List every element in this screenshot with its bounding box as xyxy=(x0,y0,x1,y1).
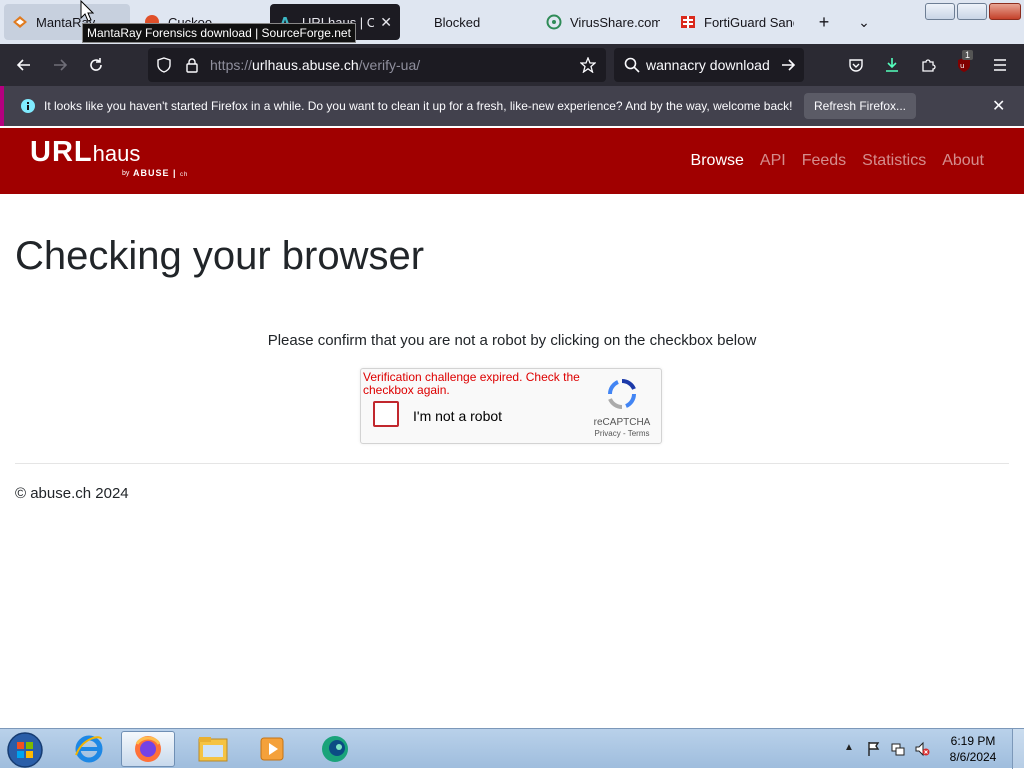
footer-copyright: © abuse.ch 2024 xyxy=(15,485,129,502)
recaptcha-widget: Verification challenge expired. Check th… xyxy=(360,368,662,444)
back-arrow-icon[interactable] xyxy=(12,53,36,77)
nav-api[interactable]: API xyxy=(760,152,786,170)
extension-badge: 1 xyxy=(962,50,974,60)
ublock-extension-icon[interactable]: u 1 xyxy=(952,50,976,77)
search-bar[interactable]: wannacry download xyxy=(614,48,804,82)
close-icon[interactable]: ✕ xyxy=(992,96,1005,116)
url-scheme: https:// xyxy=(210,57,253,73)
mantaray-favicon xyxy=(13,16,27,28)
bookmark-star-icon[interactable] xyxy=(576,53,600,77)
media-player-icon[interactable] xyxy=(245,731,299,767)
url-bar[interactable]: https://urlhaus.abuse.ch/verify-ua/ xyxy=(148,48,606,82)
shield-icon[interactable] xyxy=(152,53,176,77)
recaptcha-terms-link[interactable]: Privacy - Terms xyxy=(587,429,657,438)
navigation-toolbar: https://urlhaus.abuse.ch/verify-ua/ wann… xyxy=(0,44,1024,86)
app-icon[interactable] xyxy=(308,731,362,767)
tab-title: FortiGuard Sandb xyxy=(704,14,794,30)
volume-muted-icon[interactable] xyxy=(914,741,930,757)
clock[interactable]: 6:19 PM 8/6/2024 xyxy=(940,733,1006,765)
tab-title: VirusShare.com xyxy=(570,14,660,30)
recaptcha-error: Verification challenge expired. Check th… xyxy=(363,370,580,397)
show-hidden-icons-chevron-icon[interactable]: ▲ xyxy=(844,742,860,758)
nav-about[interactable]: About xyxy=(942,152,984,170)
logo-haus-text: haus xyxy=(92,141,141,166)
notification-text: It looks like you haven't started Firefo… xyxy=(44,99,793,113)
search-input[interactable]: wannacry download xyxy=(646,57,770,73)
site-nav: Browse API Feeds Statistics About xyxy=(691,152,984,170)
nav-browse[interactable]: Browse xyxy=(691,152,744,170)
fortiguard-favicon xyxy=(681,16,695,28)
recaptcha-label: I'm not a robot xyxy=(413,408,503,424)
hamburger-menu-icon[interactable] xyxy=(988,53,1012,77)
recaptcha-logo-icon xyxy=(608,379,636,409)
site-logo[interactable]: URLhaus xyxy=(30,136,140,169)
recaptcha-brand: reCAPTCHA xyxy=(593,417,651,428)
logo-brand: ABUSE xyxy=(133,168,170,178)
search-icon xyxy=(620,53,644,77)
url-path: /verify-ua/ xyxy=(358,57,421,73)
instruction-text: Please confirm that you are not a robot … xyxy=(267,332,757,349)
tab-title: Blocked xyxy=(434,14,481,30)
tab-virusshare[interactable]: VirusShare.com xyxy=(538,4,668,40)
logo-by-text: by xyxy=(122,170,130,177)
new-tab-button[interactable]: + xyxy=(812,10,836,34)
action-center-flag-icon[interactable] xyxy=(866,741,882,757)
url-host: urlhaus.abuse.ch xyxy=(252,57,359,73)
reload-icon[interactable] xyxy=(84,53,108,77)
site-header: URLhaus by ABUSE | ch Browse API Feeds S… xyxy=(0,128,1024,194)
list-tabs-chevron-icon[interactable]: ⌄ xyxy=(852,10,876,34)
nav-statistics[interactable]: Statistics xyxy=(862,152,926,170)
start-orb[interactable] xyxy=(6,731,44,769)
logo-url-text: URL xyxy=(30,136,93,168)
tab-tooltip: MantaRay Forensics download | SourceForg… xyxy=(82,23,356,43)
forward-arrow-icon[interactable] xyxy=(48,53,72,77)
internet-explorer-icon[interactable] xyxy=(62,731,116,767)
show-desktop-button[interactable] xyxy=(1012,729,1024,769)
extensions-puzzle-icon[interactable] xyxy=(916,53,940,77)
mouse-cursor-icon xyxy=(80,0,94,22)
tab-fortiguard[interactable]: FortiGuard Sandb xyxy=(672,4,802,40)
logo-suffix: ch xyxy=(180,172,189,178)
nav-feeds[interactable]: Feeds xyxy=(802,152,846,170)
divider xyxy=(15,463,1009,464)
svg-text:u: u xyxy=(960,62,964,70)
blocked-favicon xyxy=(410,14,426,30)
close-icon[interactable]: ✕ xyxy=(374,14,392,31)
logo-abuse-text: ABUSE | ch xyxy=(133,168,189,178)
firefox-icon[interactable] xyxy=(121,731,175,767)
url-text[interactable]: https://urlhaus.abuse.ch/verify-ua/ xyxy=(210,57,420,73)
clock-date: 8/6/2024 xyxy=(949,750,997,764)
lock-icon[interactable] xyxy=(180,53,204,77)
info-icon xyxy=(21,99,35,113)
windows-taskbar: ▲ 6:19 PM 8/6/2024 xyxy=(0,728,1024,769)
minimize-button[interactable] xyxy=(925,3,955,20)
search-go-arrow-icon[interactable] xyxy=(776,53,800,77)
network-icon[interactable] xyxy=(890,741,906,757)
notification-bar: It looks like you haven't started Firefo… xyxy=(0,86,1024,126)
refresh-firefox-button[interactable]: Refresh Firefox... xyxy=(804,93,916,119)
pocket-icon[interactable] xyxy=(844,53,868,77)
clock-time: 6:19 PM xyxy=(950,734,996,748)
window-close-button[interactable] xyxy=(989,3,1021,20)
biohazard-favicon xyxy=(546,14,562,30)
tab-blocked[interactable]: Blocked xyxy=(402,4,532,40)
file-explorer-icon[interactable] xyxy=(186,731,240,767)
page-title: Checking your browser xyxy=(15,234,425,278)
recaptcha-checkbox[interactable] xyxy=(373,401,399,427)
restore-button[interactable] xyxy=(957,3,987,20)
downloads-icon[interactable] xyxy=(880,53,904,77)
